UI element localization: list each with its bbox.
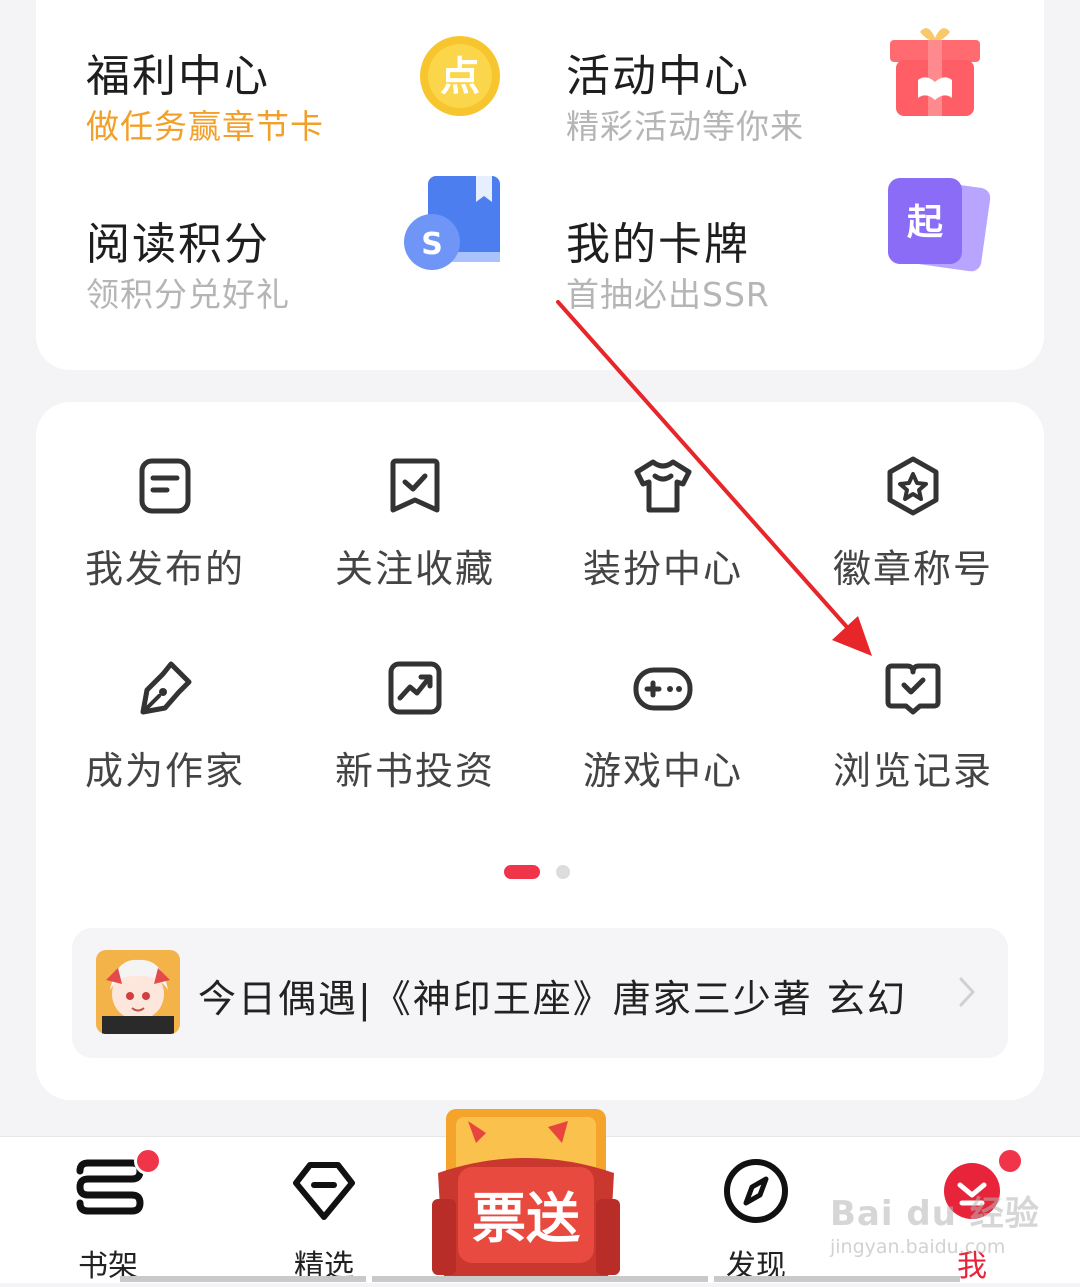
shortcut-card: 我发布的 关注收藏 装扮中心 徽章称号 成为作家 新书投资 游戏中心 浏览记录 … [36,402,1044,1100]
grid-item-label: 徽章称号 [832,547,993,591]
tile-subtitle: 领积分兑好礼 [86,275,290,314]
grid-item-label: 成为作家 [84,749,245,793]
trend-chart-icon [388,661,442,715]
system-nav-line [120,1276,366,1282]
history-book-icon [885,663,941,715]
card-deck-icon: 起 [888,178,991,272]
notification-dot [134,1147,162,1175]
watermark-url: jingyan.baidu.com [830,1236,1006,1258]
tile-title: 我的卡牌 [566,219,750,270]
tile-title: 阅读积分 [86,219,270,270]
diamond-icon [293,1162,355,1220]
grid-item-favorites[interactable]: 关注收藏 [290,456,540,593]
grid-item-browse-history[interactable]: 浏览记录 [788,658,1038,795]
nav-discover[interactable]: 发现 [686,1137,826,1284]
nav-featured[interactable]: 精选 [254,1137,394,1284]
promo-ticket-badge[interactable]: 票送 [428,1103,624,1283]
grid-item-new-book-invest[interactable]: 新书投资 [290,658,540,795]
gold-coin-icon: 点 [420,36,500,116]
banner-text: 今日偶遇|《神印王座》唐家三少著 玄幻 [198,977,907,1021]
tile-title: 福利中心 [86,51,270,102]
compass-icon [724,1159,788,1223]
tile-welfare-center[interactable]: 福利中心 做任务赢章节卡 点 [36,30,500,170]
svg-text:起: 起 [907,202,944,243]
grid-item-label: 我发布的 [84,547,245,591]
svg-text:S: S [421,227,443,262]
grid-item-label: 浏览记录 [832,749,993,793]
pen-nib-icon [140,661,192,715]
tile-my-cards[interactable]: 我的卡牌 首抽必出SSR 起 [516,178,991,338]
grid-item-badges[interactable]: 徽章称号 [788,456,1038,593]
points-book-icon: S [404,176,500,270]
grid-item-my-posts[interactable]: 我发布的 [40,456,290,593]
chevron-right-icon [959,977,975,1007]
nav-bookshelf[interactable]: 书架 [40,1137,180,1284]
document-icon [139,458,191,514]
treasure-chest-icon: 票送 [432,1109,620,1279]
tile-activity-center[interactable]: 活动中心 精彩活动等你来 [516,28,980,170]
badge-star-icon [887,456,939,516]
book-cover-avatar [96,950,180,1034]
gamepad-icon [633,667,693,711]
grid-item-label: 新书投资 [334,749,495,793]
watermark-logo: Bai du 经验 [830,1194,1040,1234]
tile-subtitle: 做任务赢章节卡 [86,107,324,146]
tile-subtitle: 精彩活动等你来 [566,107,804,146]
tile-title: 活动中心 [566,51,750,102]
grid-item-label: 装扮中心 [582,547,743,591]
page-dot-active [504,865,540,879]
gift-box-icon [890,28,980,116]
promo-badge-text: 票送 [472,1187,580,1250]
grid-item-dressup[interactable]: 装扮中心 [538,456,788,593]
grid-item-game-center[interactable]: 游戏中心 [538,658,788,795]
notification-dot [996,1147,1024,1175]
page-dot[interactable] [556,865,570,879]
bookmark-check-icon [390,458,440,513]
grid-item-label: 游戏中心 [582,749,743,793]
grid-item-label: 关注收藏 [334,547,495,591]
tile-reading-points[interactable]: 阅读积分 领积分兑好礼 S [36,176,500,338]
tshirt-icon [634,459,692,513]
daily-encounter-banner[interactable]: 今日偶遇|《神印王座》唐家三少著 玄幻 [72,928,1008,1058]
tile-subtitle: 首抽必出SSR [566,275,770,314]
grid-item-become-author[interactable]: 成为作家 [40,658,290,795]
svg-text:点: 点 [440,54,480,100]
bookshelf-icon [76,1159,144,1215]
system-nav-line [714,1276,960,1282]
system-nav-line [372,1276,708,1282]
feature-card: 福利中心 做任务赢章节卡 点 活动中心 精彩活动等你来 阅读积分 领积分兑好礼 … [36,0,1044,370]
